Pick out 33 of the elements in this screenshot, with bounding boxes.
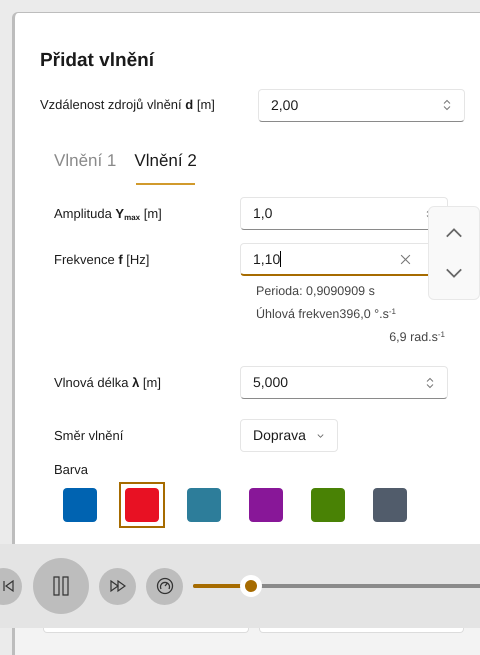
number-field[interactable]: 5,000 bbox=[240, 366, 448, 400]
spin-arrows-icon bbox=[425, 376, 435, 389]
dialog-title: Přidat vlnění bbox=[40, 49, 156, 73]
field-value: 5,000 bbox=[253, 373, 288, 392]
field-label: Amplituda Y$_{max}$ [m] bbox=[54, 204, 163, 224]
number-field[interactable]: 1,0 bbox=[240, 197, 448, 230]
color-swatch[interactable] bbox=[119, 482, 165, 528]
tab-underline bbox=[136, 183, 195, 185]
number-field[interactable]: 2,00 bbox=[258, 88, 465, 122]
skip-back-icon bbox=[2, 579, 16, 593]
speed-button[interactable] bbox=[146, 568, 183, 604]
field-label: Frekvence f [Hz] bbox=[54, 250, 150, 269]
clear-icon[interactable] bbox=[400, 254, 411, 264]
color-label: Barva bbox=[54, 461, 89, 480]
forward-button[interactable] bbox=[99, 568, 136, 604]
tab[interactable]: Vlnění 2 bbox=[134, 148, 197, 185]
pause-icon bbox=[52, 575, 70, 597]
field-label: Vzdálenost zdrojů vlnění d [m] bbox=[40, 96, 216, 114]
text-cursor bbox=[280, 251, 282, 267]
progress-slider[interactable] bbox=[193, 575, 480, 597]
gauge-icon bbox=[156, 577, 174, 595]
computed-value: Úhlová frekven396,0 °.s$^{-1}$ bbox=[256, 306, 397, 323]
computed-value: Perioda: 0,9090909 s bbox=[256, 283, 376, 300]
field-label: Vlnová délka λ [m] bbox=[54, 374, 162, 392]
computed-value: 6,9 rad.s$^{-1}$ bbox=[389, 328, 445, 346]
field-value: 1,0 bbox=[253, 204, 272, 223]
direction-dropdown[interactable]: Doprava bbox=[240, 419, 338, 452]
field-label: Směr vlnění bbox=[54, 427, 124, 445]
fast-forward-icon bbox=[110, 579, 126, 593]
field-value: 2,00 bbox=[271, 96, 298, 114]
field-value: 1,10 bbox=[253, 250, 280, 268]
spin-arrows-icon bbox=[442, 99, 452, 111]
slider-thumb[interactable] bbox=[240, 575, 262, 597]
